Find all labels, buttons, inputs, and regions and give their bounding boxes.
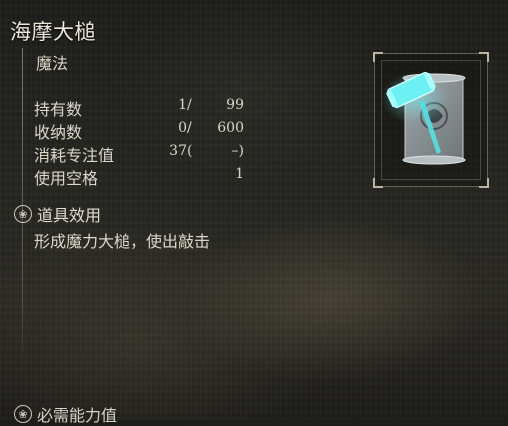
stat-row-held: 持有数 1 / 99 [34,96,254,119]
stats-list: 持有数 1 / 99 收纳数 0 / 600 消耗专注值 37 ( –) 使用空… [34,96,254,188]
glintstone-hammer-scroll-icon [381,71,466,165]
stat-value-max: 1 [235,166,244,182]
stat-label: 消耗专注值 [34,146,115,165]
swirl-icon: ❀ [14,405,32,423]
stat-value-max: –) [231,143,244,159]
stat-row-slots: 使用空格 1 [34,165,254,188]
item-name: 海摩大槌 [10,20,96,44]
stat-label: 收纳数 [34,123,83,142]
stat-separator: / [187,97,192,113]
effect-description: 形成魔力大槌，使出敲击 [34,232,211,251]
stat-separator: / [187,120,192,136]
stat-separator: ( [187,143,193,159]
stat-label: 持有数 [34,100,83,119]
swirl-icon: ❀ [14,205,32,223]
stat-row-stored: 收纳数 0 / 600 [34,119,254,142]
stat-label: 使用空格 [34,169,99,188]
item-detail-panel: 海摩大槌 魔法 持有数 1 / 99 收纳数 0 / 600 消耗专注值 37 … [0,0,508,425]
stat-row-fp-cost: 消耗专注值 37 ( –) [34,142,254,165]
effect-section-header: ❀ 道具效用 [14,202,101,226]
stat-value-max: 99 [226,97,244,113]
item-image-frame [373,52,489,188]
stat-value-current: 37 [169,143,187,159]
stat-value-current: 0 [178,120,187,136]
item-category: 魔法 [36,54,69,73]
effect-heading: 道具效用 [37,206,102,225]
stat-value-current: 1 [178,97,187,113]
stat-value-max: 600 [217,120,244,136]
requirements-section-header: ❀ 必需能力值 [14,402,117,426]
requirements-heading: 必需能力值 [37,406,118,425]
